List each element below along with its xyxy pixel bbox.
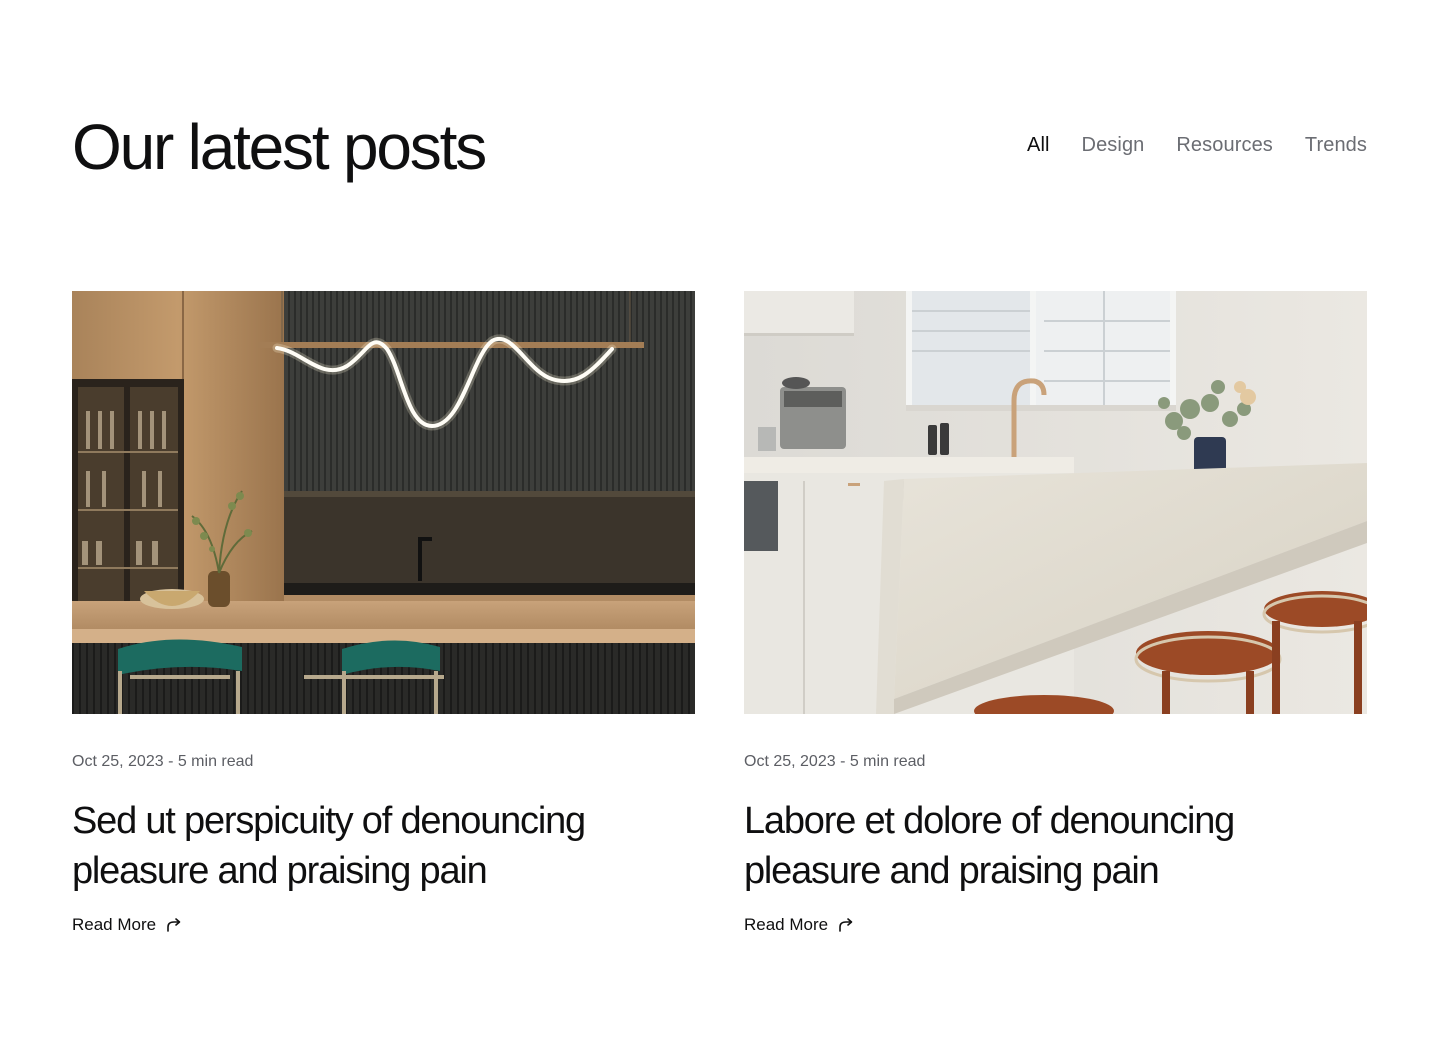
read-more-link[interactable]: Read More — [72, 914, 182, 936]
filter-tab-design[interactable]: Design — [1082, 131, 1145, 159]
filter-tab-resources[interactable]: Resources — [1176, 131, 1273, 159]
post-image-dark-kitchen[interactable] — [72, 291, 695, 714]
curved-arrow-icon — [838, 917, 854, 933]
category-filter-tabs: All Design Resources Trends — [1027, 131, 1367, 159]
post-title-line-1: Labore et dolore of denouncing — [744, 800, 1235, 842]
post-title[interactable]: Labore et dolore of denouncing pleasure … — [744, 796, 1367, 896]
latest-posts-section: Our latest posts All Design Resources Tr… — [0, 0, 1440, 1046]
section-title: Our latest posts — [72, 111, 487, 183]
post-title[interactable]: Sed ut perspicuity of denouncing pleasur… — [72, 796, 695, 896]
post-title-line-1: Sed ut perspicuity of denouncing — [72, 800, 586, 842]
post-card-1: Oct 25, 2023 - 5 min read Sed ut perspic… — [72, 291, 695, 936]
post-title-line-2: pleasure and praising pain — [744, 850, 1160, 892]
filter-tab-all[interactable]: All — [1027, 131, 1050, 159]
post-meta: Oct 25, 2023 - 5 min read — [744, 753, 926, 770]
filter-tab-trends[interactable]: Trends — [1305, 131, 1367, 159]
post-image-white-kitchen[interactable] — [744, 291, 1367, 714]
post-meta: Oct 25, 2023 - 5 min read — [72, 753, 254, 770]
read-more-link[interactable]: Read More — [744, 914, 854, 936]
read-more-label: Read More — [744, 915, 829, 934]
post-title-line-2: pleasure and praising pain — [72, 850, 488, 892]
post-card-2: Oct 25, 2023 - 5 min read Labore et dolo… — [744, 291, 1367, 936]
read-more-label: Read More — [72, 915, 157, 934]
curved-arrow-icon — [166, 917, 182, 933]
